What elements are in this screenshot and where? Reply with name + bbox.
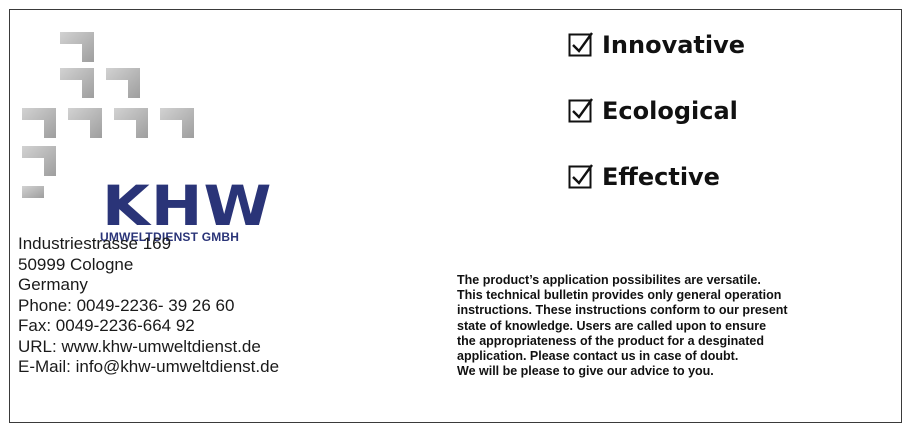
feature-label: Effective bbox=[602, 163, 720, 191]
address-url: URL: www.khw-umweltdienst.de bbox=[18, 336, 261, 356]
feature-item-innovative: Innovative bbox=[568, 30, 745, 60]
notice-line: The product’s application possibilites a… bbox=[457, 273, 761, 287]
notice-line: state of knowledge. Users are called upo… bbox=[457, 318, 767, 333]
feature-item-ecological: Ecological bbox=[568, 96, 745, 126]
address-country: Germany bbox=[18, 275, 88, 294]
feature-label: Innovative bbox=[602, 31, 746, 59]
address-city: 50999 Cologne bbox=[18, 254, 134, 274]
feature-item-effective: Effective bbox=[568, 162, 745, 192]
address-email: E-Mail: info@khw-umweltdienst.de bbox=[18, 357, 280, 376]
checked-box-icon bbox=[568, 98, 593, 123]
notice-line: application. Please contact us in case o… bbox=[457, 349, 739, 364]
notice-line: This technical bulletin provides only ge… bbox=[457, 288, 782, 303]
checked-box-icon bbox=[568, 164, 593, 189]
address-fax: Fax: 0049-2236-664 92 bbox=[18, 316, 195, 335]
company-logo: KHW UMWELTDIENST GMBH bbox=[18, 30, 278, 244]
feature-label: Ecological bbox=[602, 97, 738, 125]
notice-line: the appropriateness of the product for a… bbox=[457, 333, 764, 348]
checked-box-icon bbox=[568, 32, 593, 57]
address-street: Industriestrasse 169 bbox=[18, 234, 172, 253]
company-address: Industriestrasse 169 50999 Cologne Germa… bbox=[18, 234, 279, 378]
notice-line: We will be please to give our advice to … bbox=[457, 364, 714, 379]
logo-brand-text: KHW bbox=[102, 174, 273, 238]
address-phone: Phone: 0049-2236- 39 26 60 bbox=[18, 295, 235, 315]
disclaimer-notice: The product’s application possibilites a… bbox=[457, 273, 897, 379]
notice-line: instructions. These instructions conform… bbox=[457, 303, 788, 318]
feature-list: Innovative Ecological Effective bbox=[568, 30, 745, 228]
